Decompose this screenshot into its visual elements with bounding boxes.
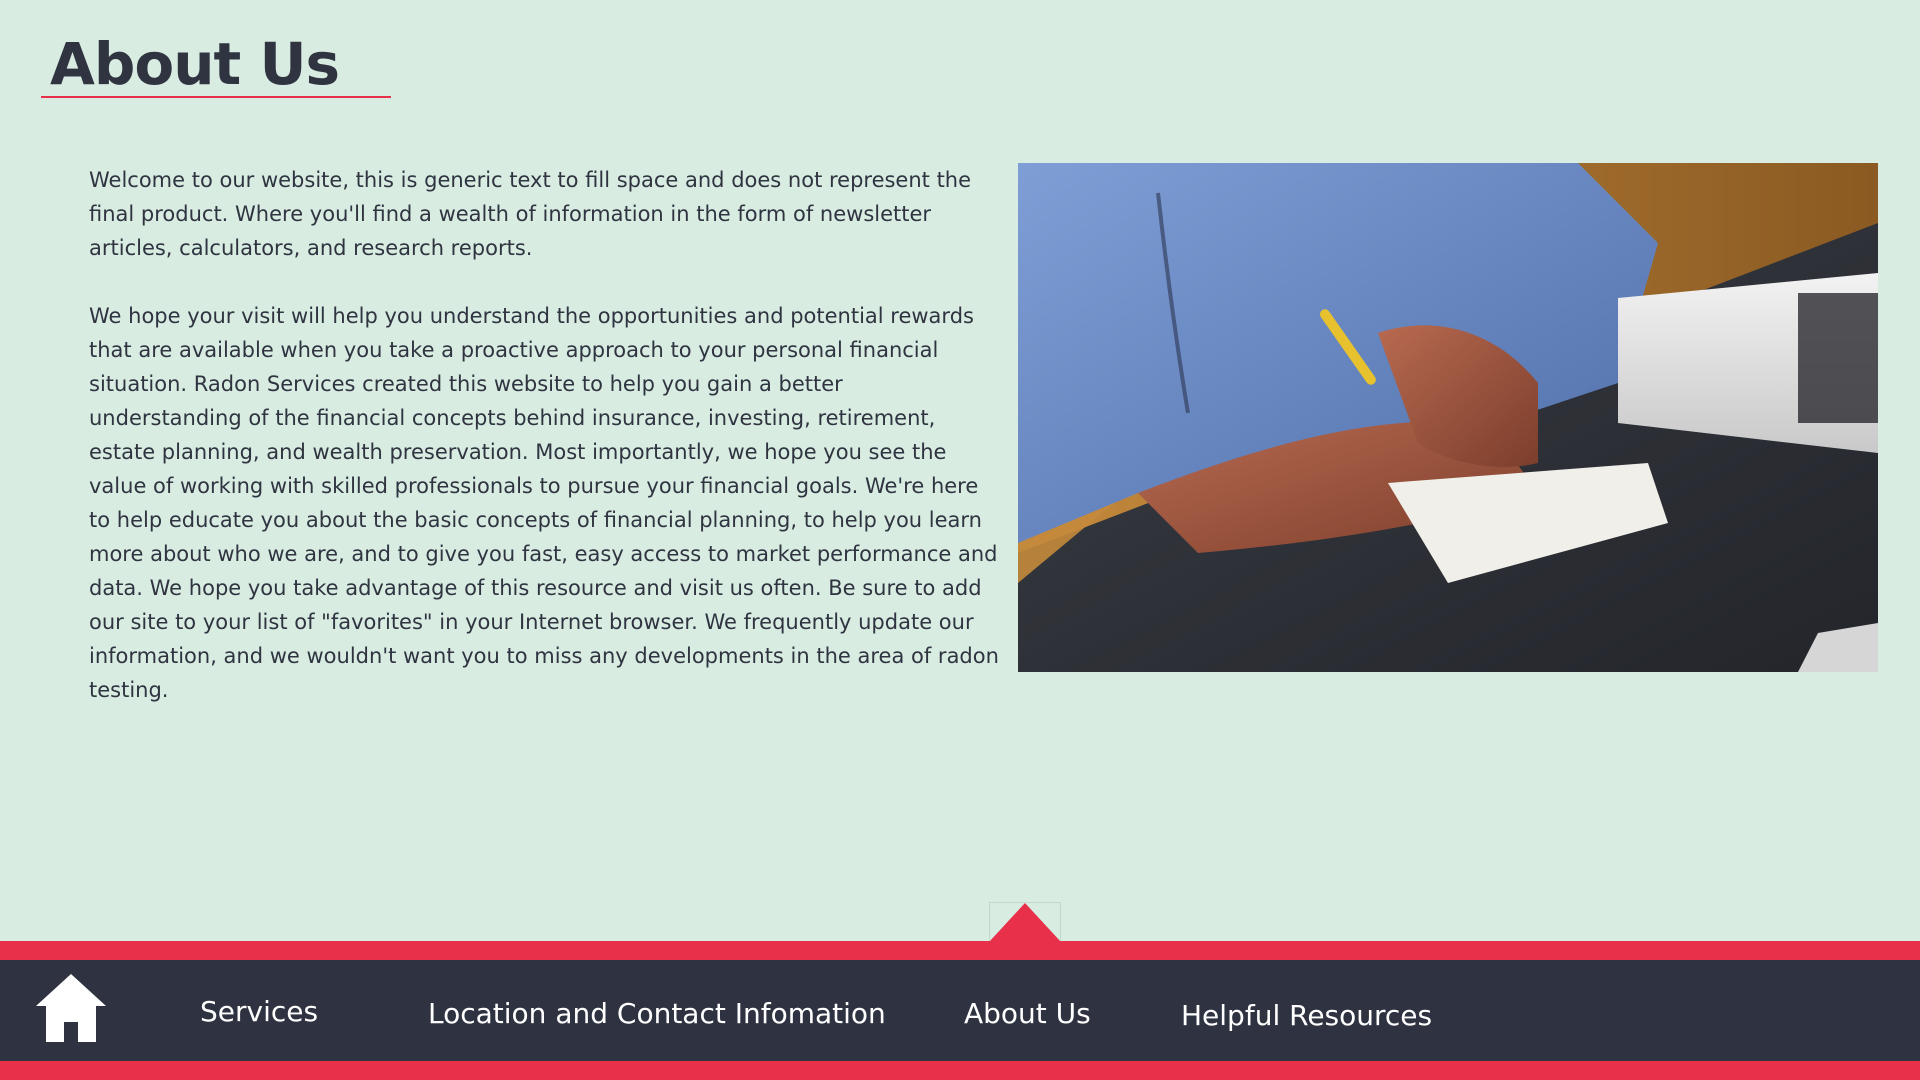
nav-about-us[interactable]: About Us bbox=[964, 997, 1091, 1031]
page: About Us Welcome to our website, this is… bbox=[0, 0, 1920, 1080]
up-triangle-icon bbox=[989, 903, 1061, 942]
home-icon[interactable] bbox=[34, 972, 108, 1044]
page-title-underline: About Us bbox=[41, 28, 391, 98]
nav-helpful-resources[interactable]: Helpful Resources bbox=[1181, 999, 1432, 1033]
nav-services[interactable]: Services bbox=[200, 995, 318, 1029]
nav-location-contact[interactable]: Location and Contact Infomation bbox=[428, 997, 886, 1031]
footer-accent-bottom bbox=[0, 1061, 1920, 1080]
about-content: Welcome to our website, this is generic … bbox=[89, 163, 999, 741]
footer-accent-top bbox=[0, 941, 1920, 960]
hero-photo bbox=[1018, 163, 1878, 672]
page-title: About Us bbox=[50, 30, 340, 98]
scroll-to-top-button[interactable] bbox=[989, 902, 1061, 942]
mission-paragraph: We hope your visit will help you underst… bbox=[89, 304, 999, 702]
intro-paragraph: Welcome to our website, this is generic … bbox=[89, 168, 972, 260]
